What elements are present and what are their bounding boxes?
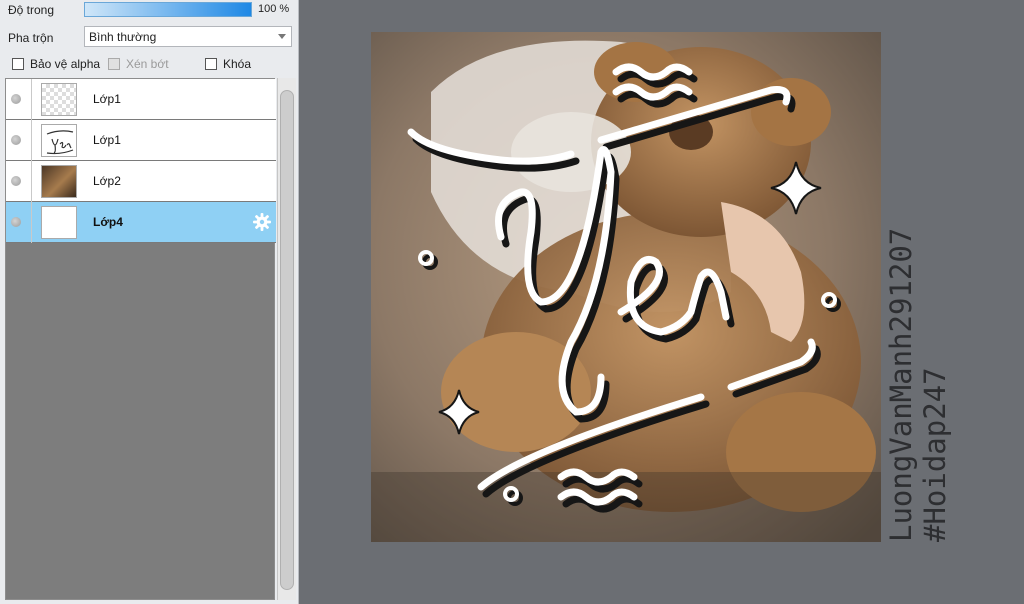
divider	[31, 120, 32, 161]
layer-row[interactable]: Lớp2	[6, 161, 276, 202]
layer-thumbnail	[41, 165, 77, 198]
lettering-thumb-icon	[46, 130, 74, 155]
layer-name: Lớp1	[93, 92, 121, 106]
blend-mode-select[interactable]: Bình thường	[84, 26, 292, 47]
visibility-icon[interactable]	[11, 135, 21, 145]
opacity-value: 100 %	[258, 3, 290, 15]
layer-thumbnail	[41, 124, 77, 157]
gear-icon[interactable]	[252, 212, 272, 232]
lock-label: Khóa	[223, 57, 252, 71]
opacity-fill	[85, 3, 251, 16]
layer-scrollbar[interactable]	[277, 78, 296, 600]
lock-checkbox[interactable]: Khóa	[205, 57, 251, 71]
blend-mode-value: Bình thường	[89, 29, 157, 44]
watermark-line-2: #Hoidap247	[918, 367, 952, 542]
layer-list: Lớp1 Lớp1 Lớp2 Lớp4	[5, 78, 276, 600]
watermark-line-1: LuongVanManh291207	[884, 227, 918, 542]
layer-thumbnail	[41, 206, 77, 239]
layer-name: Lớp2	[93, 174, 121, 188]
chevron-down-icon	[278, 34, 286, 39]
opacity-label: Độ trong	[8, 3, 55, 17]
layer-row[interactable]: Lớp1	[6, 79, 276, 120]
artwork-image	[371, 32, 881, 542]
protect-alpha-checkbox[interactable]: Bảo vệ alpha	[12, 57, 100, 71]
layer-name: Lớp1	[93, 133, 121, 147]
layer-name: Lớp4	[93, 215, 123, 229]
divider	[31, 161, 32, 202]
checkbox-box[interactable]	[108, 58, 120, 70]
visibility-icon[interactable]	[11, 217, 21, 227]
artwork-canvas[interactable]	[371, 32, 881, 542]
divider	[31, 79, 32, 120]
clipping-label: Xén bớt	[126, 57, 169, 71]
layer-row[interactable]: Lớp1	[6, 120, 276, 161]
visibility-icon[interactable]	[11, 176, 21, 186]
divider	[31, 202, 32, 243]
clipping-checkbox[interactable]: Xén bớt	[108, 57, 169, 71]
layer-row-selected[interactable]: Lớp4	[6, 202, 276, 243]
scroll-thumb[interactable]	[280, 90, 294, 590]
checkbox-box[interactable]	[205, 58, 217, 70]
watermark-text: LuongVanManh291207 #Hoidap247	[884, 102, 952, 542]
protect-alpha-label: Bảo vệ alpha	[30, 57, 101, 71]
layers-panel: Độ trong 100 % Pha trộn Bình thường Bảo …	[0, 0, 299, 604]
blend-mode-label: Pha trộn	[8, 31, 54, 45]
opacity-slider[interactable]	[84, 2, 252, 17]
checkbox-box[interactable]	[12, 58, 24, 70]
visibility-icon[interactable]	[11, 94, 21, 104]
layer-thumbnail	[41, 83, 77, 116]
